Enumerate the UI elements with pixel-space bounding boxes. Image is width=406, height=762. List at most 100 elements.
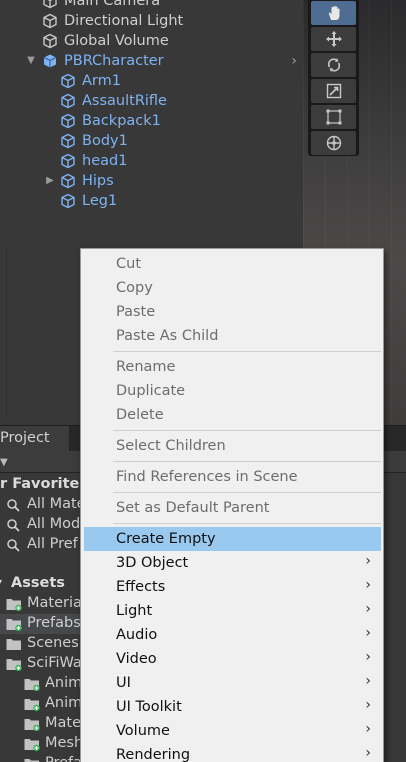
hierarchy-item-label: PBRCharacter [64, 53, 164, 69]
menu-item-rename[interactable]: Rename [84, 355, 381, 379]
folder-item[interactable]: Scenes [0, 634, 80, 654]
menu-item-effects[interactable]: Effects › [84, 575, 381, 599]
menu-item-3d-object[interactable]: 3D Object › [84, 551, 381, 575]
folder-label: Mesh [45, 735, 84, 751]
folder-item[interactable]: Prefabs [0, 614, 81, 634]
favorite-label: All Mate [27, 496, 86, 512]
menu-item-select-children[interactable]: Select Children [84, 434, 381, 458]
favorite-search-item[interactable]: All Mate [0, 495, 86, 515]
favorite-search-item[interactable]: All Pref [0, 535, 80, 555]
submenu-arrow-icon: › [365, 553, 371, 569]
scale-tool-icon [326, 83, 341, 99]
folder-item[interactable]: Anim [0, 674, 83, 694]
hierarchy-item-label: Arm1 [82, 73, 121, 89]
hierarchy-row[interactable]: Global Volume [0, 31, 303, 51]
menu-item-label: 3D Object [116, 555, 189, 571]
menu-item-label: Duplicate [116, 383, 186, 399]
menu-item-ui[interactable]: UI › [84, 671, 381, 695]
submenu-arrow-icon: › [365, 745, 371, 761]
hierarchy-row[interactable]: ▶ Hips [0, 171, 303, 191]
folder-icon [6, 639, 21, 650]
hand-tool-icon [328, 6, 339, 20]
menu-item-label: Select Children [116, 438, 226, 454]
folder-label: Prefabs [27, 615, 81, 631]
hierarchy-row[interactable]: Backpack1 [0, 111, 303, 131]
hierarchy-row[interactable]: AssaultRifle [0, 91, 303, 111]
menu-separator [113, 492, 381, 493]
folder-item[interactable]: SciFiWa [0, 654, 82, 674]
folder-icon [24, 759, 39, 762]
menu-item-label: Volume [116, 723, 170, 739]
folder-label: Prefa [45, 755, 82, 762]
move-tool-button[interactable] [311, 27, 356, 51]
submenu-arrow-icon: › [365, 721, 371, 737]
menu-item-paste[interactable]: Paste [84, 300, 381, 324]
menu-item-label: Cut [116, 256, 141, 272]
hierarchy-row[interactable]: Directional Light [0, 11, 303, 31]
prefab-cube-icon [61, 93, 75, 109]
favorites-header[interactable]: r Favorites [0, 476, 88, 492]
search-icon [7, 539, 20, 552]
search-icon [7, 499, 20, 512]
hierarchy-row[interactable]: Arm1 [0, 71, 303, 91]
menu-item-light[interactable]: Light › [84, 599, 381, 623]
menu-item-rendering[interactable]: Rendering › [84, 743, 381, 762]
menu-separator [113, 430, 381, 431]
submenu-arrow-icon: › [365, 649, 371, 665]
menu-item-video[interactable]: Video › [84, 647, 381, 671]
menu-item-paste-as-child[interactable]: Paste As Child [84, 324, 381, 348]
open-prefab-chevron-icon[interactable]: › [291, 53, 297, 69]
expanded-foldout-icon[interactable]: ▼ [25, 55, 37, 66]
folder-item[interactable]: Materia [0, 594, 82, 614]
project-sidebar: r Favorites All Mate All Mod All Pref ▾ Asset… [0, 473, 88, 762]
tab-project[interactable]: Project [0, 426, 70, 452]
favorite-search-item[interactable]: All Mod [0, 515, 80, 535]
folder-item[interactable]: Prefa [0, 754, 82, 762]
menu-item-set-as-default-parent[interactable]: Set as Default Parent [84, 496, 381, 520]
menu-item-label: Audio [116, 627, 158, 643]
assets-header-label: Assets [11, 575, 65, 591]
folder-label: Anim [45, 675, 83, 691]
transform-tool-button[interactable] [311, 131, 356, 155]
create-dropdown-icon[interactable]: ▼ [0, 457, 8, 468]
folder-icon [24, 719, 40, 731]
rotate-tool-button[interactable] [311, 53, 356, 77]
menu-item-find-references-in-scene[interactable]: Find References in Scene [84, 465, 381, 489]
folder-item[interactable]: Anim [0, 694, 82, 714]
collapsed-foldout-icon[interactable]: ▶ [44, 175, 56, 186]
scale-tool-button[interactable] [311, 79, 356, 103]
folder-item[interactable]: Mate [0, 714, 82, 734]
rect-tool-button[interactable] [311, 105, 356, 129]
menu-item-ui-toolkit[interactable]: UI Toolkit › [84, 695, 381, 719]
assets-foldout-icon[interactable]: ▾ [0, 575, 2, 589]
menu-item-duplicate[interactable]: Duplicate [84, 379, 381, 403]
hierarchy-row[interactable]: Body1 [0, 131, 303, 151]
menu-item-cut[interactable]: Cut [84, 252, 381, 276]
rotate-tool-icon [327, 58, 340, 72]
menu-separator [113, 523, 381, 524]
menu-item-copy[interactable]: Copy [84, 276, 381, 300]
menu-item-create-empty[interactable]: Create Empty [84, 527, 381, 551]
folder-icon [6, 659, 22, 671]
menu-item-label: Light [116, 603, 153, 619]
menu-item-delete[interactable]: Delete [84, 403, 381, 427]
hierarchy-item-label: Global Volume [64, 33, 169, 49]
hand-tool-button[interactable] [311, 1, 356, 25]
folder-label: SciFiWa [27, 655, 82, 671]
hierarchy-row[interactable]: Main Camera [0, 0, 303, 11]
hierarchy-row[interactable]: head1 [0, 151, 303, 171]
menu-item-volume[interactable]: Volume › [84, 719, 381, 743]
transform-tool-icon [326, 135, 341, 151]
hierarchy-row[interactable]: ▼ PBRCharacter › [0, 51, 303, 71]
submenu-arrow-icon: › [365, 625, 371, 641]
hierarchy-row[interactable]: Leg1 [0, 191, 303, 211]
folder-icon [6, 619, 22, 631]
menu-item-label: Video [116, 651, 157, 667]
menu-item-label: UI Toolkit [116, 699, 182, 715]
menu-item-audio[interactable]: Audio › [84, 623, 381, 647]
folder-label: Mate [45, 715, 82, 731]
folder-item[interactable]: Mesh [0, 734, 84, 754]
hierarchy-item-label: Body1 [82, 133, 128, 149]
menu-item-label: Delete [116, 407, 164, 423]
folder-label: Scenes [27, 635, 79, 651]
